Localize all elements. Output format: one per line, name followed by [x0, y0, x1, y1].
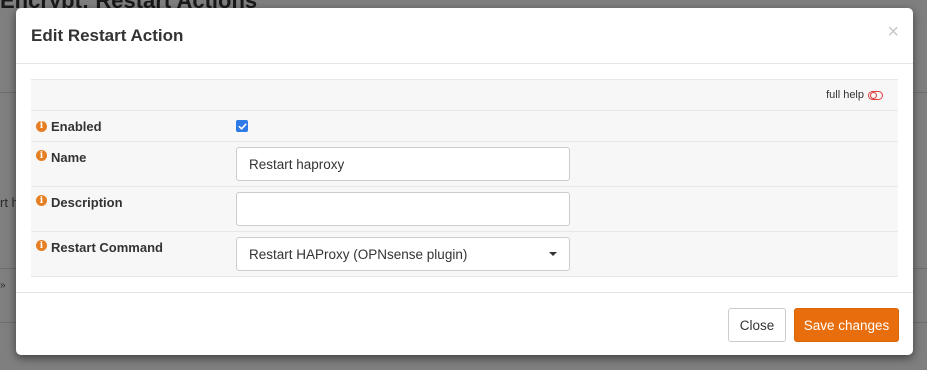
field-cell-enabled: [236, 120, 898, 132]
enabled-checkbox[interactable]: [236, 120, 248, 132]
field-row-name: i Name Restart haproxy: [31, 142, 898, 187]
field-label-name: i Name: [31, 147, 236, 186]
form-table: full help i Enabled i Name Restart hapro…: [31, 79, 898, 277]
info-circle-icon[interactable]: i: [36, 195, 47, 206]
full-help-toggle[interactable]: full help: [826, 89, 883, 101]
field-row-description: i Description: [31, 187, 898, 232]
full-help-label: full help: [826, 89, 864, 101]
restart-command-value: Restart HAProxy (OPNsense plugin): [249, 246, 468, 262]
field-label-restart-command: i Restart Command: [31, 237, 236, 276]
name-input[interactable]: Restart haproxy: [236, 147, 570, 181]
modal-body: full help i Enabled i Name Restart hapro…: [16, 64, 913, 277]
description-input[interactable]: [236, 192, 570, 226]
modal-header: Edit Restart Action ×: [16, 8, 913, 64]
field-cell-name: Restart haproxy: [236, 147, 898, 186]
info-circle-icon[interactable]: i: [36, 120, 47, 132]
edit-restart-action-dialog: Edit Restart Action × full help i Enable…: [16, 8, 913, 355]
field-label-description: i Description: [31, 192, 236, 231]
close-button[interactable]: Close: [728, 308, 786, 342]
caret-down-icon: [549, 252, 557, 256]
help-row: full help: [31, 80, 898, 111]
field-cell-description: [236, 192, 898, 231]
info-circle-icon[interactable]: i: [36, 150, 47, 161]
restart-command-select[interactable]: Restart HAProxy (OPNsense plugin): [236, 237, 570, 271]
enabled-label: Enabled: [51, 118, 102, 134]
name-label: Name: [51, 150, 87, 165]
modal-title: Edit Restart Action: [31, 26, 184, 45]
field-cell-restart-command: Restart HAProxy (OPNsense plugin): [236, 237, 898, 276]
modal-footer: Close Save changes: [16, 292, 913, 355]
info-circle-icon[interactable]: i: [36, 240, 47, 251]
toggle-off-icon[interactable]: [868, 90, 883, 100]
close-icon[interactable]: ×: [887, 22, 899, 42]
checkmark-icon: [238, 123, 247, 130]
field-row-restart-command: i Restart Command Restart HAProxy (OPNse…: [31, 232, 898, 277]
save-changes-button[interactable]: Save changes: [794, 308, 899, 342]
field-row-enabled: i Enabled: [31, 111, 898, 142]
restart-command-label: Restart Command: [51, 240, 163, 255]
description-label: Description: [51, 195, 123, 210]
field-label-enabled: i Enabled: [31, 119, 236, 134]
